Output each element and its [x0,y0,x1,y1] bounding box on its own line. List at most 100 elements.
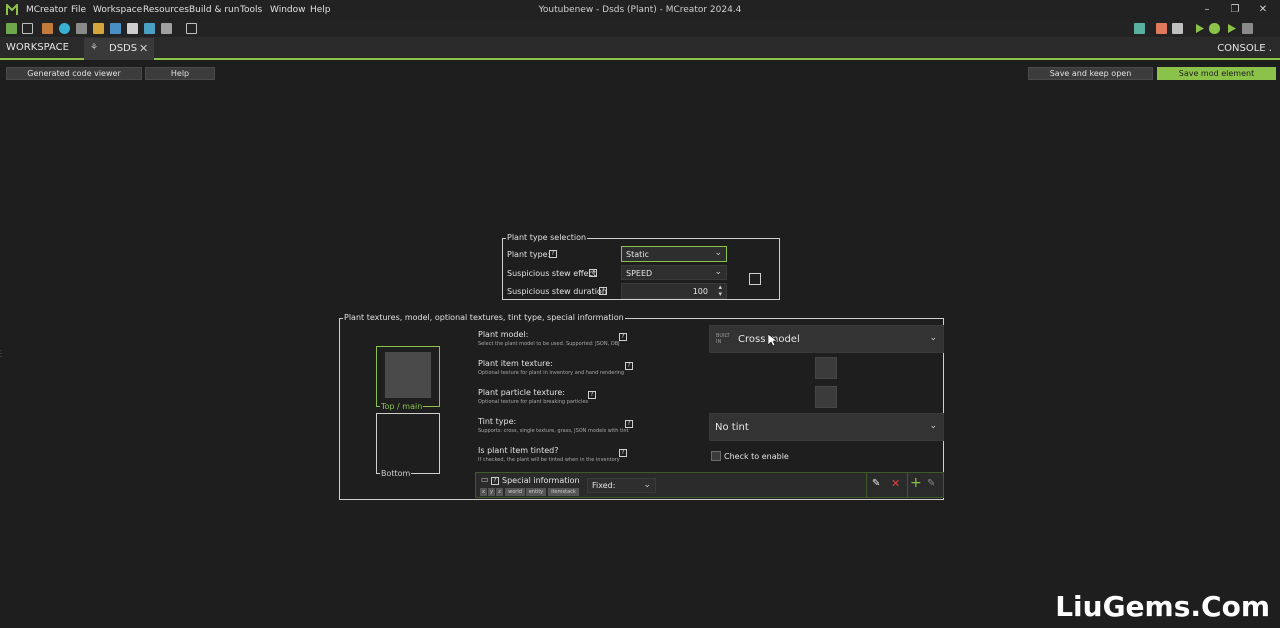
image-maker-icon[interactable] [22,23,33,34]
tint-enable-checkbox[interactable] [711,451,721,461]
tab-dsds[interactable]: ⚘ DSDS ✕ [84,38,154,60]
plant-type-help-icon[interactable]: ? [549,250,557,258]
menu-tools[interactable]: Tools [240,5,262,15]
toolbar [0,20,1280,38]
plant-model-select[interactable]: BUILT IN Cross model ⌄ [709,325,944,353]
run-client-icon[interactable] [1194,23,1205,34]
divider [866,473,867,497]
workspace-icon[interactable] [1134,23,1145,34]
tag-x[interactable]: x [480,488,487,496]
save-mod-element-button[interactable]: Save mod element [1157,67,1276,80]
block-texture-icon[interactable] [42,23,53,34]
fixed-select[interactable]: Fixed: ⌄ [587,478,656,493]
tint-type-label: Tint type: [478,417,517,426]
top-texture-holder[interactable]: Top / main [376,346,440,411]
animated-texture-icon[interactable] [93,23,104,34]
workspace-settings-icon[interactable] [6,23,17,34]
particle-texture-slot[interactable] [815,386,837,408]
run-server-icon[interactable] [1226,23,1237,34]
item-texture-help-icon[interactable]: ? [625,362,633,370]
spinner-arrows-icon[interactable]: ▴ ▾ [718,284,722,298]
import-texture-icon[interactable] [110,23,121,34]
mcreator-logo-icon [6,4,18,15]
plant-type-panel-title: Plant type selection [506,233,588,242]
built-in-badge: BUILT IN [716,333,730,345]
close-tab-icon[interactable]: ✕ [139,42,148,55]
edit-icon[interactable]: ✎ [927,478,935,489]
debug-icon[interactable] [1209,23,1220,34]
tag-z[interactable]: z [496,488,503,496]
item-texture-slot[interactable] [815,357,837,379]
special-info-bar: ▭ ? Special information x y z world enti… [475,472,944,498]
import-model-icon[interactable] [127,23,138,34]
help-button[interactable]: Help [145,67,215,80]
build-icon[interactable] [1172,23,1183,34]
import-sound-icon[interactable] [144,23,155,34]
top-texture-label: Top / main [380,402,424,411]
top-texture-preview [385,352,431,398]
tint-enable-label: Check to enable [724,452,789,461]
special-info-label: Special information [502,476,580,485]
tab-console[interactable]: CONSOLE . [1217,43,1272,54]
plant-model-help-icon[interactable]: ? [619,333,627,341]
stew-duration-help-icon[interactable]: ? [599,287,607,295]
monitor-icon: ▭ [481,475,489,484]
stew-effect-select[interactable]: SPEED ⌄ [621,265,727,280]
tint-type-help-icon[interactable]: ? [625,420,633,428]
stew-effect-help-icon[interactable]: ? [589,269,597,277]
maximize-icon[interactable]: ❐ [1228,3,1242,17]
tag-world[interactable]: world [505,488,525,496]
chevron-down-icon: ⌄ [643,480,651,490]
item-tinted-label: Is plant item tinted? [478,446,559,455]
plant-type-panel: Plant type selection Plant type: ? Stati… [502,233,780,300]
drag-handle-icon[interactable]: · · · [0,349,2,361]
menu-app[interactable]: MCreator [26,5,67,15]
particle-texture-label: Plant particle texture: [478,388,566,397]
bottom-texture-holder[interactable]: Bottom [376,413,440,478]
save-keep-open-button[interactable]: Save and keep open [1028,67,1153,80]
texture-panel: Plant textures, model, optional textures… [339,313,944,500]
generated-code-viewer-button[interactable]: Generated code viewer [6,67,142,80]
menu-resources[interactable]: Resources [143,5,189,15]
menu-window[interactable]: Window [270,5,306,15]
texture-panel-title: Plant textures, model, optional textures… [343,313,625,322]
stew-duration-value: 100 [692,287,708,296]
plant-type-select[interactable]: Static ⌄ [621,246,727,262]
special-info-help-icon[interactable]: ? [491,477,499,485]
stew-duration-spinner[interactable]: 100 ▴ ▾ [621,283,727,299]
item-texture-icon[interactable] [59,23,70,34]
title-bar: MCreator File Workspace Resources Build … [0,0,1280,20]
tag-entity[interactable]: entity [526,488,546,496]
plant-model-label: Plant model: [478,330,529,339]
divider [907,473,908,497]
tint-type-select[interactable]: No tint ⌄ [709,413,944,441]
chevron-down-icon: ⌄ [714,248,722,258]
documentation-icon[interactable] [186,23,197,34]
item-tinted-desc: If checked, the plant will be tinted whe… [478,457,620,463]
tag-y[interactable]: y [488,488,495,496]
structure-icon[interactable] [161,23,172,34]
tab-workspace[interactable]: WORKSPACE [6,42,69,53]
menu-file[interactable]: File [71,5,86,15]
tint-type-desc: Supports: cross, single texture, grass, … [478,428,629,434]
plant-type-label: Plant type: [507,250,551,259]
armor-texture-icon[interactable] [76,23,87,34]
pencil-icon[interactable]: ✎ [872,478,880,489]
menu-help[interactable]: Help [310,5,331,15]
stop-icon[interactable] [1242,23,1253,34]
stew-checkbox[interactable] [749,273,761,285]
minimize-icon[interactable]: – [1200,3,1214,17]
particle-texture-help-icon[interactable]: ? [588,391,596,399]
delete-icon[interactable]: ✕ [891,477,900,490]
item-tinted-help-icon[interactable]: ? [619,449,627,457]
stew-effect-value: SPEED [626,269,653,278]
menu-build-run[interactable]: Build & run [189,5,239,15]
add-icon[interactable]: + [910,475,922,491]
bottom-texture-label: Bottom [380,469,412,478]
plant-icon: ⚘ [90,43,99,53]
menu-workspace[interactable]: Workspace [93,5,142,15]
tag-itemstack[interactable]: itemstack [548,488,579,496]
particle-texture-desc: Optional texture for plant breaking part… [478,399,589,405]
edit-icon[interactable] [1156,23,1167,34]
close-window-icon[interactable]: ✕ [1256,3,1270,17]
